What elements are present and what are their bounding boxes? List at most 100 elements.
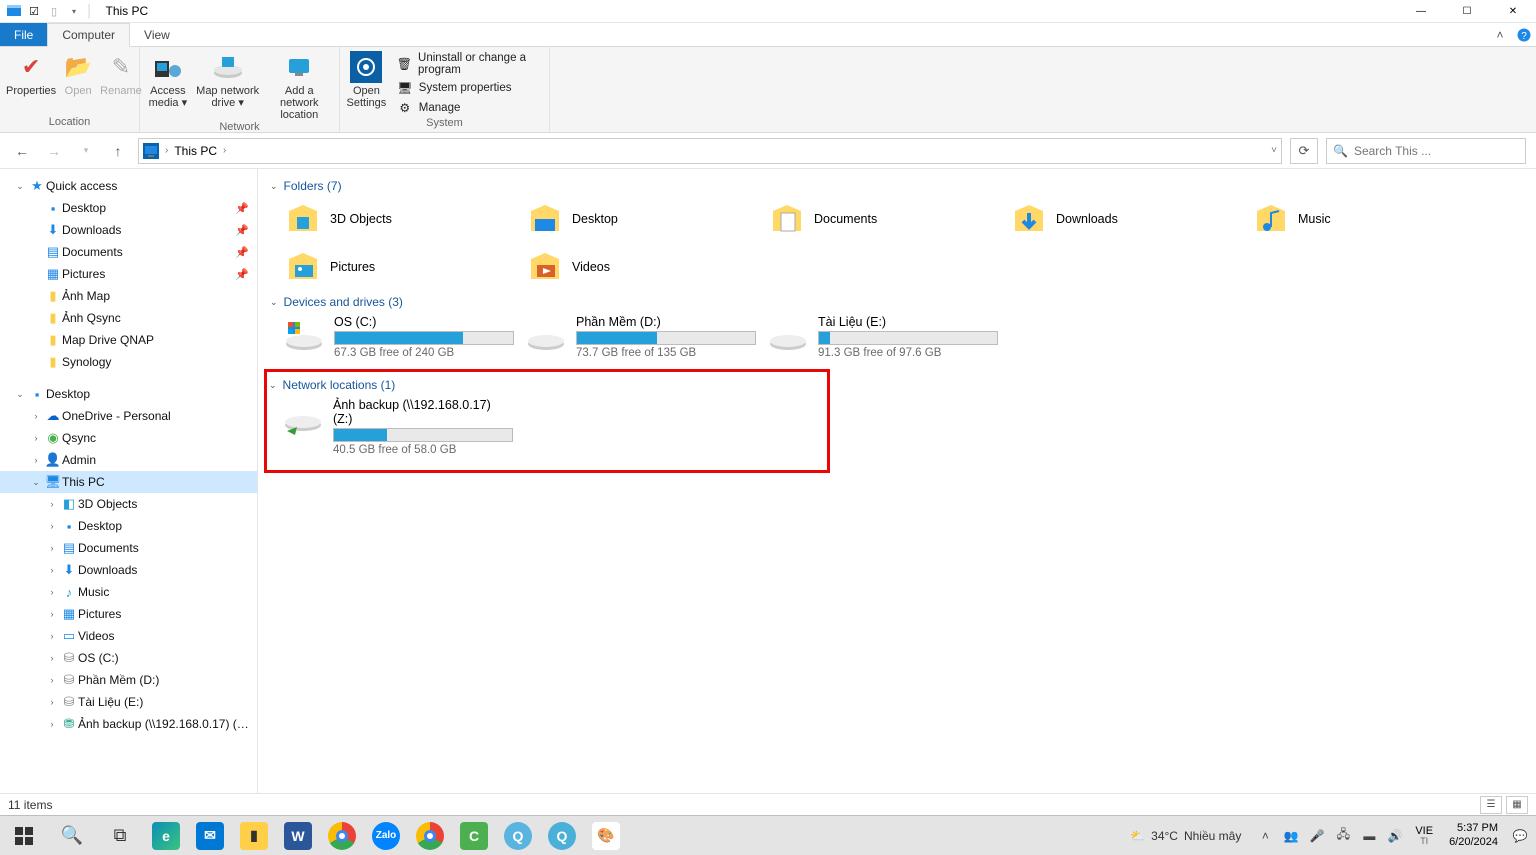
sidebar-item[interactable]: ›▭Videos (0, 625, 257, 647)
folder-item[interactable]: Music (1238, 195, 1480, 243)
qat-new-folder-icon[interactable]: ▯ (46, 3, 62, 19)
tab-file[interactable]: File (0, 23, 47, 46)
uninstall-program-button[interactable]: 🗑 Uninstall or change a program (393, 51, 543, 77)
tab-view[interactable]: View (130, 23, 184, 46)
notifications-icon[interactable]: 💬 (1510, 826, 1530, 846)
battery-icon[interactable]: ▬ (1359, 826, 1379, 846)
people-icon[interactable]: 👥 (1281, 826, 1301, 846)
drive-item-e[interactable]: Tài Liệu (E:) 91.3 GB free of 97.6 GB (754, 311, 996, 365)
chevron-down-icon[interactable]: ⌄ (270, 297, 278, 308)
taskbar-app-qfinder[interactable]: Q (496, 816, 540, 855)
volume-icon[interactable]: 🔊 (1385, 826, 1405, 846)
sidebar-item[interactable]: ›▪Desktop (0, 515, 257, 537)
chevron-right-icon[interactable]: › (44, 719, 60, 729)
close-button[interactable]: ✕ (1490, 0, 1536, 23)
maximize-button[interactable]: ☐ (1444, 0, 1490, 23)
taskbar-app-zalo[interactable]: Zalo (364, 816, 408, 855)
open-settings-button[interactable]: Open Settings (346, 49, 387, 109)
taskbar-app-edge[interactable]: e (144, 816, 188, 855)
chevron-down-icon[interactable]: ⌄ (12, 389, 28, 400)
chevron-right-icon[interactable]: › (44, 499, 60, 509)
folder-item[interactable]: Downloads (996, 195, 1238, 243)
folder-item[interactable]: Pictures (270, 243, 512, 291)
folder-item[interactable]: Videos (512, 243, 754, 291)
language-indicator[interactable]: VIE TI (1411, 825, 1437, 847)
sidebar-item[interactable]: ▮Synology (0, 351, 257, 373)
nav-forward-button[interactable]: → (42, 139, 66, 163)
system-properties-button[interactable]: 🖥 System properties (393, 79, 543, 97)
tab-computer[interactable]: Computer (47, 23, 130, 47)
navigation-pane[interactable]: ⌄ ★ Quick access ▪Desktop📌 ⬇Downloads📌 ▤… (0, 169, 258, 793)
taskbar-app-mail[interactable]: ✉ (188, 816, 232, 855)
chevron-down-icon[interactable]: ⌄ (12, 181, 28, 192)
ribbon-collapse-button[interactable]: ˄ (1488, 23, 1512, 46)
chevron-right-icon[interactable]: › (44, 609, 60, 619)
sidebar-item-qsync[interactable]: ›◉Qsync (0, 427, 257, 449)
taskbar-app-chrome2[interactable] (408, 816, 452, 855)
sidebar-item[interactable]: ›⛁OS (C:) (0, 647, 257, 669)
sidebar-item[interactable]: ›⛃Ảnh backup (\\192.168.0.17) (Z:) (0, 713, 257, 735)
sidebar-item-admin[interactable]: ›👤Admin (0, 449, 257, 471)
nav-up-button[interactable]: ↑ (106, 139, 130, 163)
sidebar-item[interactable]: ▮Map Drive QNAP (0, 329, 257, 351)
chevron-down-icon[interactable]: ⌄ (28, 477, 44, 488)
desktop-node[interactable]: ⌄ ▪ Desktop (0, 383, 257, 405)
nav-recent-button[interactable]: ▾ (74, 139, 98, 163)
taskbar-app-camtasia[interactable]: C (452, 816, 496, 855)
sidebar-item[interactable]: ›◧3D Objects (0, 493, 257, 515)
start-button[interactable] (0, 816, 48, 855)
minimize-button[interactable]: — (1398, 0, 1444, 23)
sidebar-item[interactable]: ›⬇Downloads (0, 559, 257, 581)
address-box[interactable]: › This PC › ˅ (138, 138, 1282, 164)
taskbar-app-qsync[interactable]: Q (540, 816, 584, 855)
clock[interactable]: 5:37 PM 6/20/2024 (1443, 822, 1504, 848)
sidebar-item-this-pc[interactable]: ⌄🖥This PC (0, 471, 257, 493)
drive-item-d[interactable]: Phần Mềm (D:) 73.7 GB free of 135 GB (512, 311, 754, 365)
sidebar-item-desktop[interactable]: ▪Desktop📌 (0, 197, 257, 219)
folder-item[interactable]: Desktop (512, 195, 754, 243)
map-network-drive-button[interactable]: Map network drive ▾ (196, 49, 260, 109)
sidebar-item-onedrive[interactable]: ›☁OneDrive - Personal (0, 405, 257, 427)
quick-access-node[interactable]: ⌄ ★ Quick access (0, 175, 257, 197)
properties-button[interactable]: ✔ Properties (6, 49, 56, 97)
taskbar-app-chrome[interactable] (320, 816, 364, 855)
content-pane[interactable]: ⌄ Folders (7) 3D Objects Desktop Documen… (258, 169, 1536, 793)
drive-item-c[interactable]: OS (C:) 67.3 GB free of 240 GB (270, 311, 512, 365)
chevron-right-icon[interactable]: › (28, 433, 44, 443)
chevron-right-icon[interactable]: › (44, 697, 60, 707)
open-button[interactable]: 📂 Open (62, 49, 94, 97)
sidebar-item[interactable]: ›▤Documents (0, 537, 257, 559)
chevron-right-icon[interactable]: › (44, 631, 60, 641)
chevron-right-icon[interactable]: › (28, 411, 44, 421)
chevron-right-icon[interactable]: › (44, 587, 60, 597)
qat-properties-icon[interactable]: ☑ (26, 3, 42, 19)
folder-item[interactable]: 3D Objects (270, 195, 512, 243)
network-drive-item[interactable]: Ảnh backup (\\192.168.0.17) (Z:) 40.5 GB… (269, 394, 511, 462)
chevron-down-icon[interactable]: ⌄ (269, 380, 277, 391)
chevron-right-icon[interactable]: › (44, 521, 60, 531)
sidebar-item-documents[interactable]: ▤Documents📌 (0, 241, 257, 263)
drives-section-header[interactable]: ⌄ Devices and drives (3) (270, 295, 1524, 309)
search-box[interactable]: 🔍 Search This ... (1326, 138, 1526, 164)
chevron-right-icon[interactable]: › (44, 675, 60, 685)
sidebar-item[interactable]: ›⛁Tài Liệu (E:) (0, 691, 257, 713)
sidebar-item[interactable]: ▮Ảnh Map (0, 285, 257, 307)
refresh-button[interactable]: ⟳ (1290, 138, 1318, 164)
taskbar-app-word[interactable]: W (276, 816, 320, 855)
chevron-right-icon[interactable]: › (44, 565, 60, 575)
sidebar-item-pictures[interactable]: ▦Pictures📌 (0, 263, 257, 285)
taskbar-app-explorer[interactable]: ▮ (232, 816, 276, 855)
chevron-right-icon[interactable]: › (165, 145, 168, 156)
sidebar-item[interactable]: ›♪Music (0, 581, 257, 603)
help-button[interactable]: ? (1512, 23, 1536, 46)
chevron-right-icon[interactable]: › (223, 145, 226, 156)
chevron-right-icon[interactable]: › (44, 543, 60, 553)
rename-button[interactable]: ✎ Rename (100, 49, 142, 97)
qat-dropdown-icon[interactable]: ▾ (66, 3, 82, 19)
add-network-location-button[interactable]: Add a network location (266, 49, 333, 121)
chevron-right-icon[interactable]: › (44, 653, 60, 663)
sidebar-item[interactable]: ›⛁Phần Mềm (D:) (0, 669, 257, 691)
sidebar-item[interactable]: ›▦Pictures (0, 603, 257, 625)
network-icon[interactable]: 🖧 (1333, 826, 1353, 846)
folders-section-header[interactable]: ⌄ Folders (7) (270, 179, 1524, 193)
